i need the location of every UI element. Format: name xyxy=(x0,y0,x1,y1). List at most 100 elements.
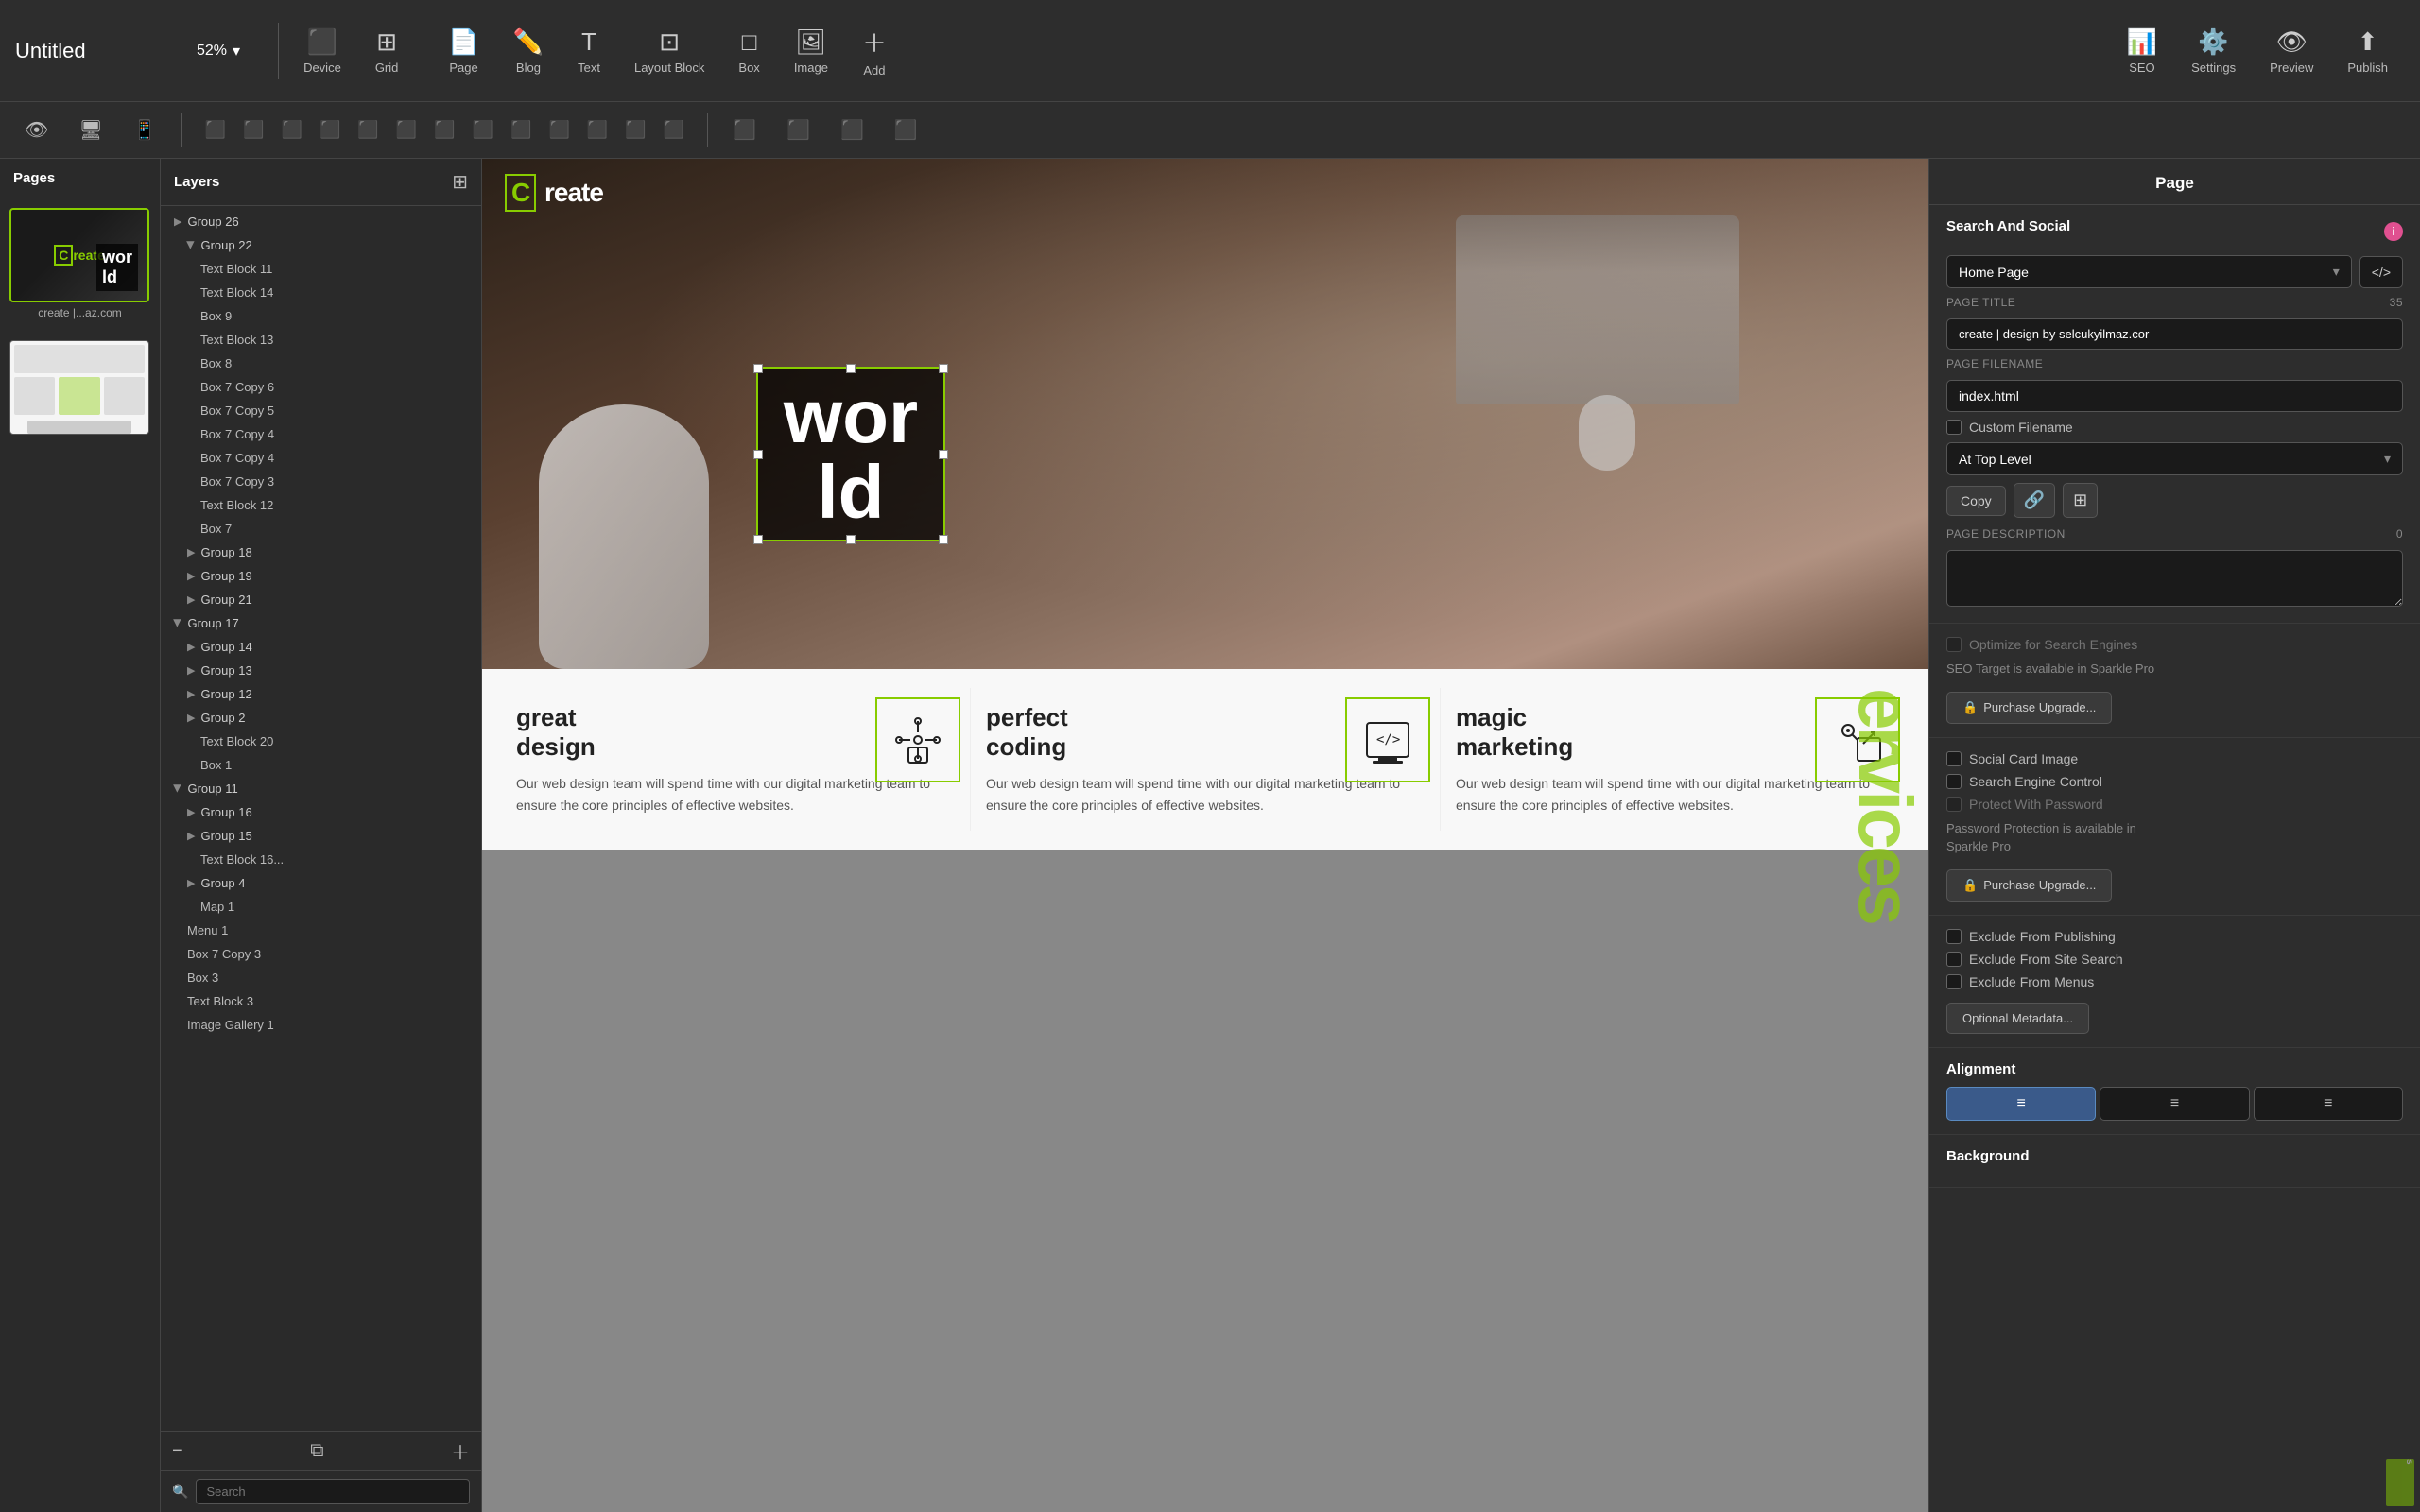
align-left-button[interactable]: ≡ xyxy=(1946,1087,2096,1121)
device-button[interactable]: ⬛ Device xyxy=(286,27,358,75)
custom-filename-checkbox[interactable] xyxy=(1946,420,1962,435)
layer-item-textblock14[interactable]: Text Block 14 xyxy=(161,281,481,304)
align-bottom[interactable]: ⬛ xyxy=(465,115,501,145)
arrange-front[interactable]: ⬛ xyxy=(777,112,820,147)
handle-br[interactable] xyxy=(939,535,948,544)
align-left-edge[interactable]: ⬛ xyxy=(198,115,233,145)
exclude-publishing-checkbox[interactable] xyxy=(1946,929,1962,944)
layer-item-box9[interactable]: Box 9 xyxy=(161,304,481,328)
layer-item-group4[interactable]: ▶ Group 4 xyxy=(161,871,481,895)
layer-item-map1[interactable]: Map 1 xyxy=(161,895,481,919)
layers-add-button[interactable]: ＋ xyxy=(451,1437,470,1465)
layers-duplicate-button[interactable]: ⧉ xyxy=(310,1440,323,1462)
layer-item-box3[interactable]: Box 3 xyxy=(161,966,481,989)
seo-button[interactable]: 📊 SEO xyxy=(2110,27,2174,75)
preview-button[interactable]: 👁 Preview xyxy=(2253,27,2330,75)
layer-item-box8[interactable]: Box 8 xyxy=(161,352,481,375)
settings-button[interactable]: ⚙️ Settings xyxy=(2174,27,2253,75)
arrange-back[interactable]: ⬛ xyxy=(723,112,766,147)
layer-item-group18[interactable]: ▶ Group 18 xyxy=(161,541,481,564)
layer-item-textblock16[interactable]: Text Block 16... xyxy=(161,848,481,871)
layers-minus-button[interactable]: − xyxy=(172,1440,183,1462)
layer-item-box7copy6[interactable]: Box 7 Copy 6 xyxy=(161,375,481,399)
handle-bl[interactable] xyxy=(753,535,763,544)
mobile-view[interactable]: 📱 xyxy=(124,112,166,147)
layer-item-box1[interactable]: Box 1 xyxy=(161,753,481,777)
publish-button[interactable]: ⬆ Publish xyxy=(2330,27,2405,75)
text-button[interactable]: T Text xyxy=(561,27,617,75)
align-spread-v[interactable]: ⬛ xyxy=(426,115,462,145)
grid-icon-button[interactable]: ⊞ xyxy=(2063,483,2098,518)
home-page-dropdown[interactable]: Home Page ▾ xyxy=(1946,255,2352,288)
visibility-toggle[interactable]: 👁 xyxy=(15,112,58,147)
layer-item-group14[interactable]: ▶ Group 14 xyxy=(161,635,481,659)
layer-item-group19[interactable]: ▶ Group 19 xyxy=(161,564,481,588)
align-center-dist[interactable]: ⬛ xyxy=(350,115,386,145)
optimize-seo-checkbox[interactable] xyxy=(1946,637,1962,652)
page-title-input[interactable] xyxy=(1946,318,2403,350)
align-center-button[interactable]: ≡ xyxy=(2100,1087,2249,1121)
layer-item-group16[interactable]: ▶ Group 16 xyxy=(161,800,481,824)
align-middle[interactable]: ⬛ xyxy=(503,115,539,145)
page-description-textarea[interactable] xyxy=(1946,550,2403,607)
exclude-search-checkbox[interactable] xyxy=(1946,952,1962,967)
layer-item-box7copy5[interactable]: Box 7 Copy 5 xyxy=(161,399,481,422)
layer-item-box7copy4a[interactable]: Box 7 Copy 4 xyxy=(161,422,481,446)
purchase-upgrade-button-1[interactable]: 🔒 Purchase Upgrade... xyxy=(1946,692,2112,724)
handle-tl[interactable] xyxy=(753,364,763,373)
blog-button[interactable]: ✏️ Blog xyxy=(496,27,561,75)
layer-item-box7copy3[interactable]: Box 7 Copy 3 xyxy=(161,470,481,493)
align-top[interactable]: ⬛ xyxy=(579,115,615,145)
layer-item-box7[interactable]: Box 7 xyxy=(161,517,481,541)
page-filename-input[interactable] xyxy=(1946,380,2403,412)
image-button[interactable]: 🖼 Image xyxy=(777,27,845,75)
page-thumbnail-2[interactable]: s xyxy=(0,331,160,444)
arrange-front2[interactable]: ⬛ xyxy=(885,112,927,147)
layer-item-group2[interactable]: ▶ Group 2 xyxy=(161,706,481,730)
handle-bm[interactable] xyxy=(846,535,856,544)
handle-tr[interactable] xyxy=(939,364,948,373)
layer-item-group21[interactable]: ▶ Group 21 xyxy=(161,588,481,611)
layer-item-group22[interactable]: ▶ Group 22 xyxy=(161,233,481,257)
layer-item-group12[interactable]: ▶ Group 12 xyxy=(161,682,481,706)
social-card-checkbox[interactable] xyxy=(1946,751,1962,766)
layer-item-group15[interactable]: ▶ Group 15 xyxy=(161,824,481,848)
align-center-h[interactable]: ⬛ xyxy=(235,115,271,145)
protect-password-checkbox[interactable] xyxy=(1946,797,1962,812)
copy-button[interactable]: Copy xyxy=(1946,486,2006,516)
align-bottom2[interactable]: ⬛ xyxy=(617,115,653,145)
align-right-edge[interactable]: ⬛ xyxy=(274,115,310,145)
link-icon-button[interactable]: 🔗 xyxy=(2014,483,2055,518)
layers-search-input[interactable] xyxy=(196,1479,470,1504)
page-button[interactable]: 📄 Page xyxy=(431,27,495,75)
arrange-back2[interactable]: ⬛ xyxy=(831,112,873,147)
align-spread-h[interactable]: ⬛ xyxy=(389,115,424,145)
layer-item-box7copy4b[interactable]: Box 7 Copy 4 xyxy=(161,446,481,470)
handle-tm[interactable] xyxy=(846,364,856,373)
align-right[interactable]: ⬛ xyxy=(541,115,577,145)
page-thumbnail-1[interactable]: Create world create |...az.com xyxy=(0,198,160,331)
handle-ml[interactable] xyxy=(753,450,763,459)
handle-mr[interactable] xyxy=(939,450,948,459)
layer-item-group11[interactable]: ▶ Group 11 xyxy=(161,777,481,800)
selected-text-box[interactable]: world xyxy=(756,367,945,541)
search-engine-checkbox[interactable] xyxy=(1946,774,1962,789)
layer-item-textblock3[interactable]: Text Block 3 xyxy=(161,989,481,1013)
canvas-area[interactable]: C reate world xyxy=(482,159,1928,1512)
layer-item-textblock11[interactable]: Text Block 11 xyxy=(161,257,481,281)
info-icon-button[interactable]: i xyxy=(2384,222,2403,241)
layer-item-group13[interactable]: ▶ Group 13 xyxy=(161,659,481,682)
align-right-button[interactable]: ≡ xyxy=(2254,1087,2403,1121)
zoom-control[interactable]: 52% ▾ xyxy=(197,42,240,60)
layer-item-textblock12[interactable]: Text Block 12 xyxy=(161,493,481,517)
layer-item-group26[interactable]: ▶ Group 26 xyxy=(161,210,481,233)
layer-item-textblock20[interactable]: Text Block 20 xyxy=(161,730,481,753)
layer-item-box7copy3[interactable]: Box 7 Copy 3 xyxy=(161,942,481,966)
layers-grid-view[interactable]: ⊞ xyxy=(452,170,468,194)
exclude-menus-checkbox[interactable] xyxy=(1946,974,1962,989)
align-right2[interactable]: ⬛ xyxy=(656,115,692,145)
layout-block-button[interactable]: ⊡ Layout Block xyxy=(617,27,721,75)
purchase-upgrade-button-2[interactable]: 🔒 Purchase Upgrade... xyxy=(1946,869,2112,902)
at-top-level-dropdown[interactable]: At Top Level ▾ xyxy=(1946,442,2403,475)
desktop-view[interactable]: 🖥 xyxy=(69,112,112,147)
